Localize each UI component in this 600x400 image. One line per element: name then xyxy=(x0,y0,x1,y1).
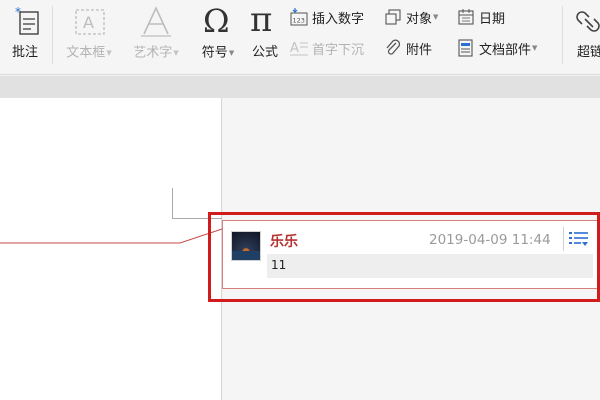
object-icon xyxy=(383,7,403,27)
wordart-label: 艺术字 xyxy=(133,45,173,61)
toolbar-divider-strip xyxy=(0,76,600,98)
omega-icon: Ω xyxy=(194,2,242,42)
chevron-down-icon: ▼ xyxy=(228,49,235,57)
date-button[interactable]: 日期 xyxy=(456,6,505,28)
annotate-button[interactable]: * 批注 xyxy=(6,2,44,72)
attachment-button[interactable]: 附件 xyxy=(383,37,432,59)
chevron-down-icon: ▼ xyxy=(173,49,179,57)
wordart-icon xyxy=(126,2,186,42)
dropcap-label: 首字下沉 xyxy=(312,42,365,58)
symbol-label: 符号 xyxy=(201,45,228,61)
doc-parts-label: 文档部件 xyxy=(479,42,532,58)
omega-glyph: Ω xyxy=(203,2,230,40)
highlight-frame xyxy=(208,212,600,302)
object-label: 对象 xyxy=(406,11,433,27)
margin-crop-mark xyxy=(172,188,173,218)
comment-icon: * xyxy=(6,2,44,42)
svg-text:123: 123 xyxy=(293,17,305,25)
paperclip-icon xyxy=(383,38,403,58)
pi-glyph: π xyxy=(250,0,273,40)
hyperlink-button[interactable]: 超链 xyxy=(570,2,600,72)
document-page[interactable] xyxy=(0,98,222,400)
ribbon-separator xyxy=(562,6,563,64)
calendar-icon xyxy=(456,7,476,27)
textbox-icon: A xyxy=(60,2,118,42)
link-icon xyxy=(570,2,600,42)
textbox-label: 文本框 xyxy=(66,45,106,61)
symbol-button[interactable]: Ω 符号▼ xyxy=(194,2,242,72)
svg-text:A: A xyxy=(83,13,94,32)
svg-text:A: A xyxy=(290,41,299,56)
chevron-down-icon: ▼ xyxy=(532,44,538,52)
doc-parts-button[interactable]: 文档部件 ▼ xyxy=(456,37,537,59)
textbox-button[interactable]: A 文本框▼ xyxy=(60,2,118,72)
dropcap-icon: A xyxy=(289,38,309,58)
pi-icon: π xyxy=(246,0,284,42)
document-parts-icon xyxy=(456,38,476,58)
dropcap-button[interactable]: A 首字下沉 xyxy=(289,37,364,59)
hyperlink-label: 超链 xyxy=(576,45,600,60)
date-label: 日期 xyxy=(479,11,506,27)
ribbon-toolbar: * 批注 A 文本框▼ 艺术字▼ Ω 符号▼ π 公式 123 插入数字 A 首… xyxy=(0,0,600,75)
formula-button[interactable]: π 公式 xyxy=(246,0,284,72)
attachment-label: 附件 xyxy=(406,42,433,58)
number-icon: 123 xyxy=(289,7,309,27)
ribbon-separator xyxy=(52,6,53,64)
object-button[interactable]: 对象 ▼ xyxy=(383,6,438,28)
formula-label: 公式 xyxy=(251,45,278,60)
wordart-button[interactable]: 艺术字▼ xyxy=(126,2,186,72)
chevron-down-icon: ▼ xyxy=(106,49,112,57)
insert-number-label: 插入数字 xyxy=(312,11,365,27)
chevron-down-icon: ▼ xyxy=(433,13,439,21)
insert-number-button[interactable]: 123 插入数字 xyxy=(289,6,364,28)
annotate-label: 批注 xyxy=(11,45,38,60)
